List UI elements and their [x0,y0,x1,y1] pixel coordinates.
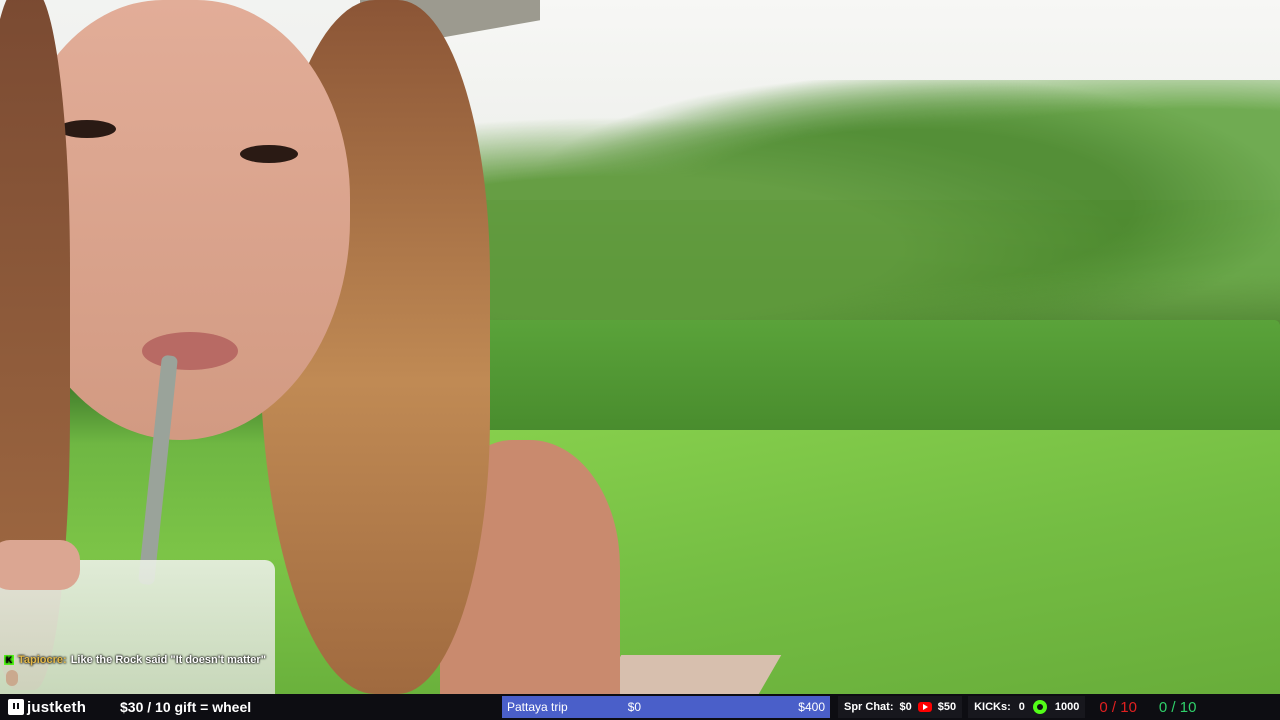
stream-video [0,0,1280,694]
chat-text: Like the Rock said "It doesn't matter" [70,654,266,666]
youtube-value: $50 [937,701,957,713]
channel-name: justketh [27,698,87,716]
eye-right [240,145,298,163]
kicks-value: 0 [1018,701,1025,713]
stream-info-bar: justketh $30 / 10 gift = wheel Pattaya t… [0,694,1280,720]
kicks-counter: KICKs: 0 1000 [968,696,1086,718]
kicks-label: KICKs: [974,701,1011,713]
score-counters: 0 / 10 0 / 10 [1099,699,1196,716]
spr-chat-counter: Spr Chat: $0 $50 [838,696,963,718]
kick-badge-icon: K [4,655,14,665]
kick-icon [1032,700,1047,714]
hand [0,540,80,590]
kick-goal: 1000 [1054,701,1080,713]
score-red: 0 / 10 [1099,698,1137,716]
twitch-icon [8,699,24,715]
ledge [598,655,782,694]
lips [142,332,238,370]
gift-wheel-text: $30 / 10 gift = wheel [120,699,252,715]
trees [450,80,1280,360]
goal-current: $0 [627,700,642,714]
youtube-icon [917,702,932,712]
spr-chat-value: $0 [899,701,912,713]
chat-message: K Tapiocre: Like the Rock said "It doesn… [4,654,266,666]
goal-target: $400 [798,700,825,714]
spr-chat-label: Spr Chat: [844,701,894,713]
channel-brand: justketh [8,699,108,716]
goal-label: Pattaya trip [507,700,568,714]
chat-emote-icon [6,670,18,686]
chat-username: Tapiocre: [18,654,67,666]
score-green: 0 / 10 [1158,698,1197,716]
donation-goal: Pattaya trip $0 $400 [502,696,830,718]
eye-left [58,120,116,138]
